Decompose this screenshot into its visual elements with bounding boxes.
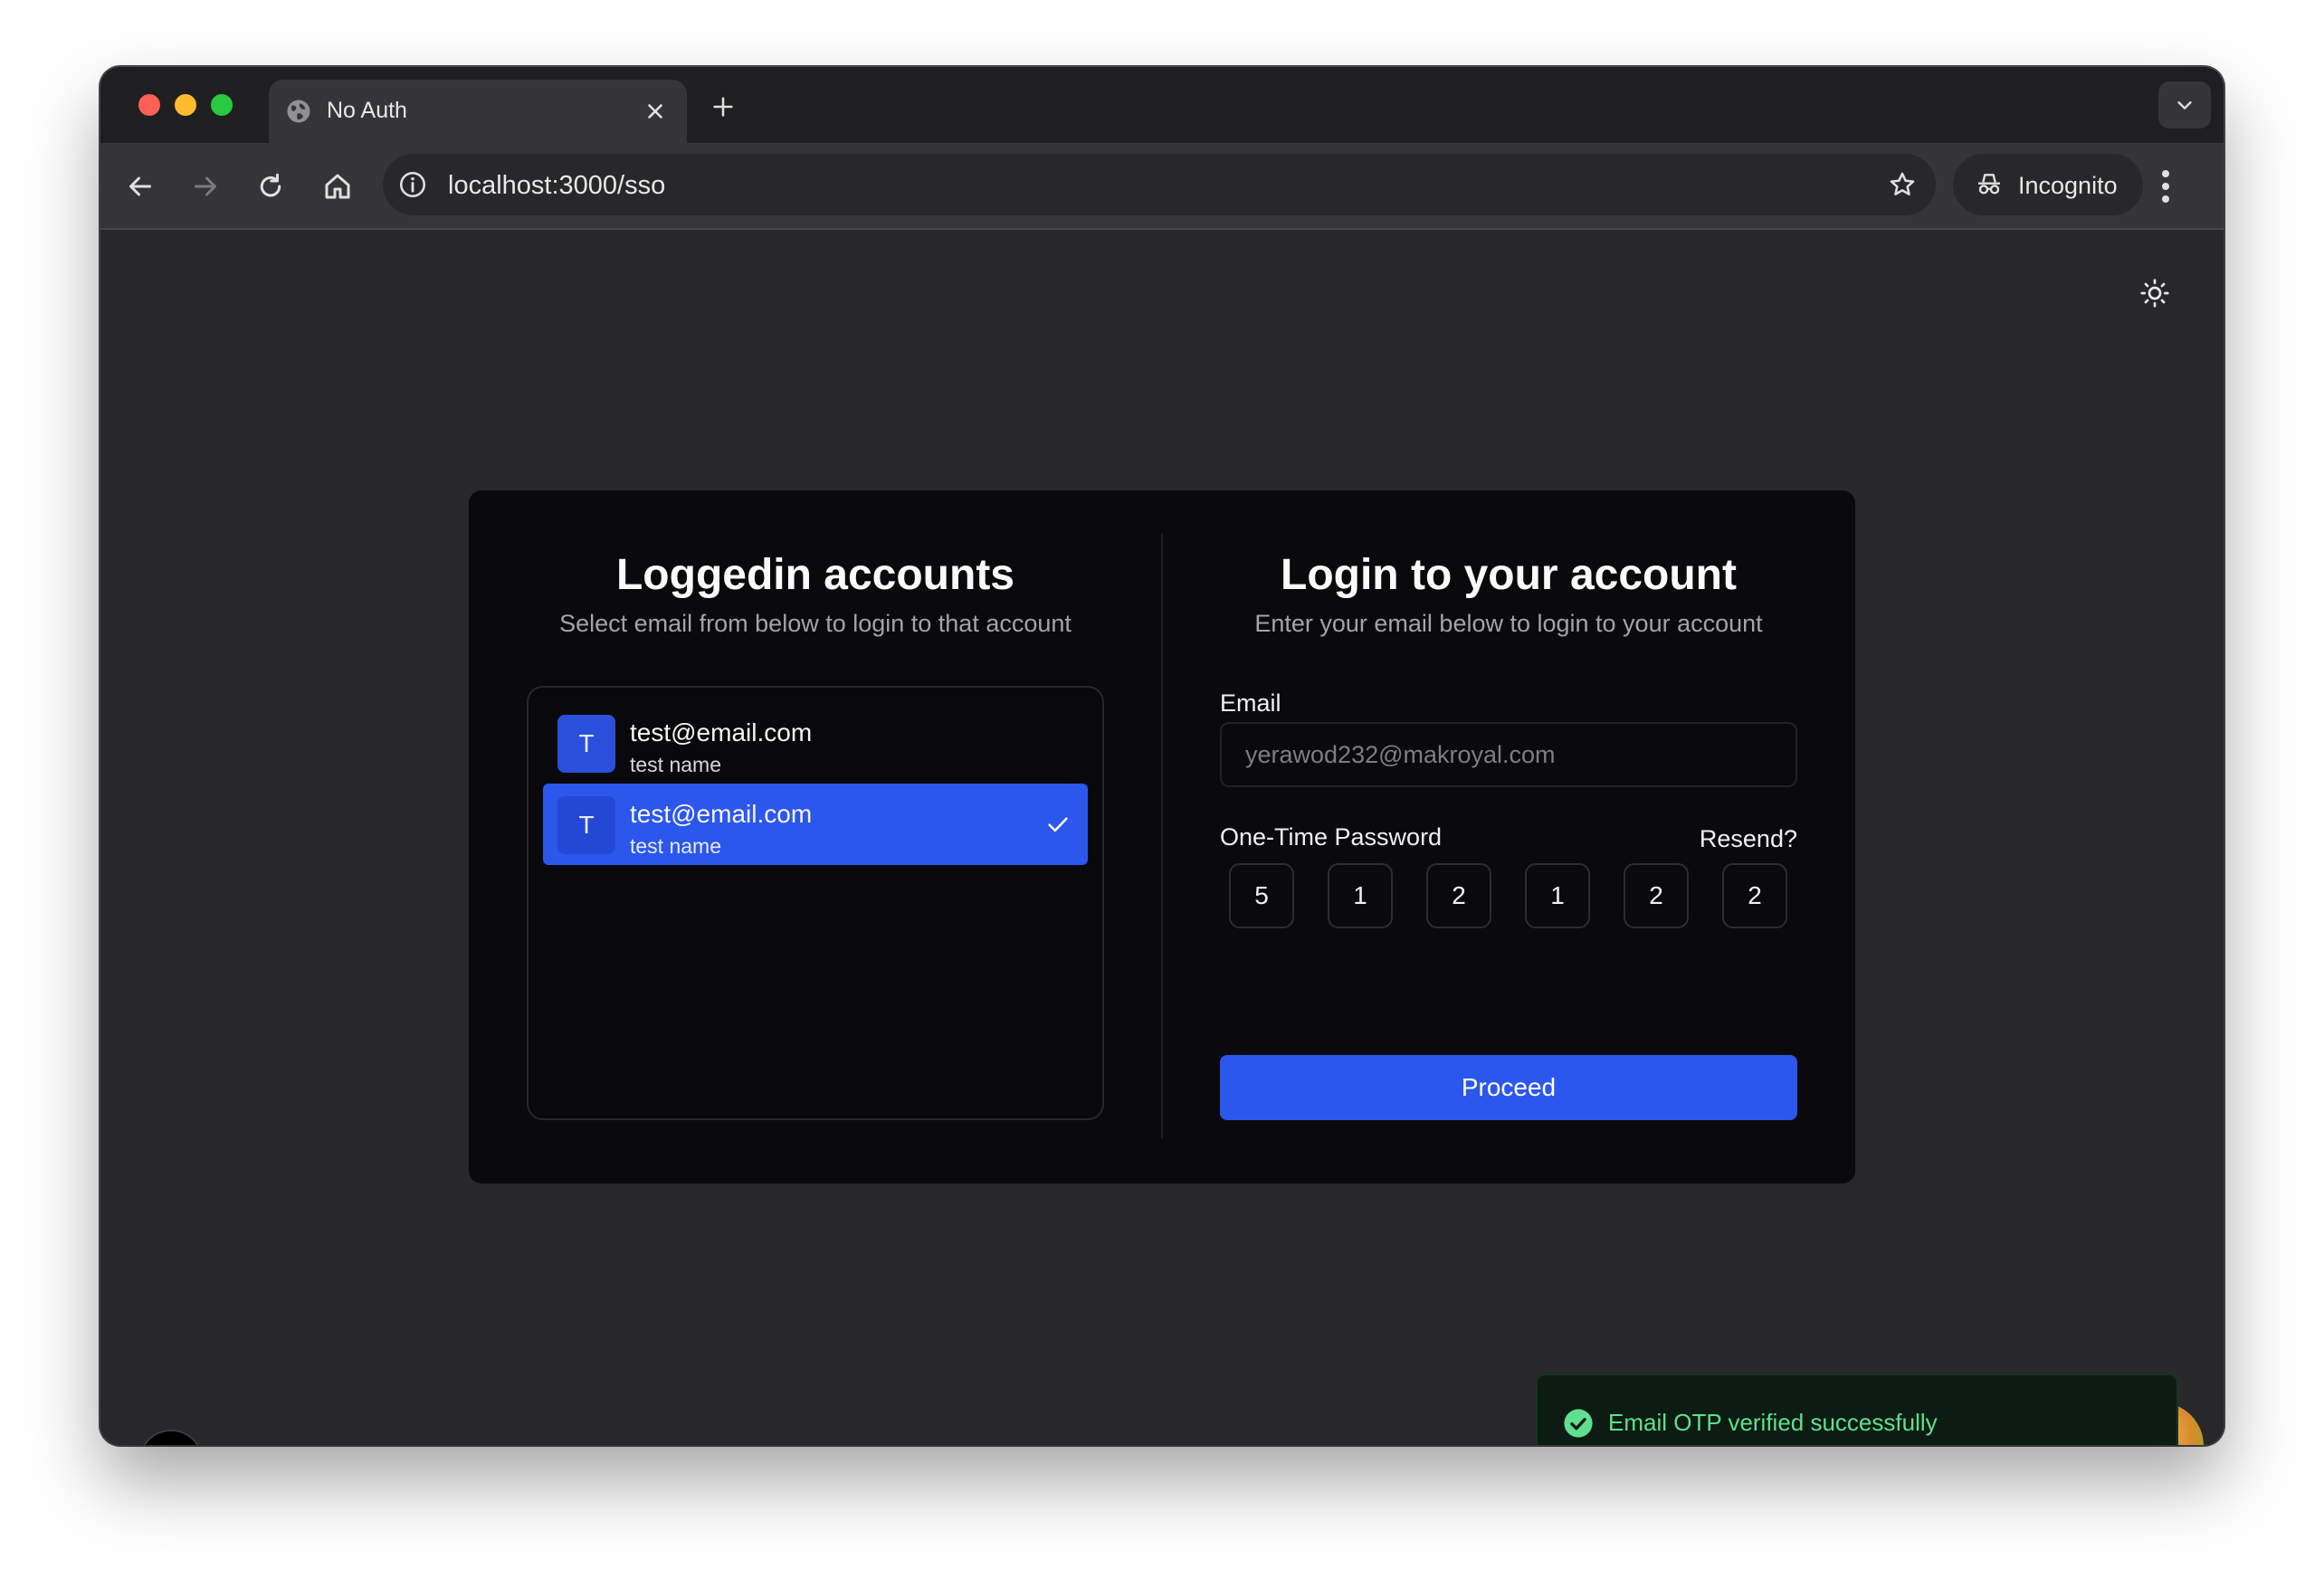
- accounts-title: Loggedin accounts: [615, 551, 1014, 599]
- accounts-list: T test@email.com test name T test@email.…: [527, 686, 1104, 1120]
- tab-search-button[interactable]: [2158, 81, 2211, 128]
- browser-toolbar: localhost:3000/sso Incognito: [100, 143, 2224, 230]
- incognito-button[interactable]: Incognito: [1953, 154, 2143, 215]
- check-icon: [1048, 817, 1068, 832]
- tab-title: No Auth: [327, 98, 407, 123]
- check-circle-icon: [1564, 1409, 1593, 1438]
- avatar: T: [557, 796, 615, 854]
- toast-message: Email OTP verified successfully: [1608, 1409, 1938, 1436]
- nextjs-dev-indicator[interactable]: [138, 1430, 204, 1445]
- email-field[interactable]: [1220, 722, 1797, 787]
- chevron-down-icon: [2177, 101, 2192, 109]
- maximize-window-button[interactable]: [211, 94, 233, 116]
- login-subtitle: Enter your email below to login to your …: [1254, 610, 1763, 637]
- home-icon[interactable]: [321, 170, 354, 203]
- account-item-selected[interactable]: T test@email.com test name: [543, 784, 1088, 865]
- account-name: test name: [630, 753, 721, 776]
- otp-digit-input[interactable]: [1624, 863, 1689, 928]
- success-toast: Email OTP verified successfully: [1536, 1374, 2178, 1445]
- globe-icon: [287, 100, 310, 123]
- forward-arrow-icon[interactable]: [189, 170, 222, 203]
- address-bar[interactable]: localhost:3000/sso: [383, 154, 1936, 215]
- more-options-icon[interactable]: [2158, 168, 2173, 204]
- incognito-icon: [1978, 174, 2000, 195]
- minimize-window-button[interactable]: [175, 94, 196, 116]
- otp-digit-input[interactable]: [1426, 863, 1491, 928]
- close-window-button[interactable]: [138, 94, 160, 116]
- incognito-label: Incognito: [2018, 172, 2118, 199]
- accounts-subtitle: Select email from below to login to that…: [559, 610, 1072, 637]
- otp-digit-input[interactable]: [1525, 863, 1590, 928]
- account-item[interactable]: T test@email.com test name: [543, 702, 1088, 784]
- otp-label: One-Time Password: [1220, 823, 1443, 851]
- reload-icon[interactable]: [254, 170, 287, 203]
- account-email: test@email.com: [630, 718, 813, 746]
- sso-card: Loggedin accounts Select email from belo…: [469, 490, 1855, 1184]
- site-info-icon[interactable]: [397, 169, 428, 200]
- tab-active[interactable]: No Auth: [269, 80, 687, 143]
- login-title: Login to your account: [1281, 551, 1737, 599]
- account-name: test name: [630, 834, 721, 858]
- back-arrow-icon[interactable]: [124, 170, 157, 203]
- account-email: test@email.com: [630, 800, 813, 828]
- page-content: Loggedin accounts Select email from belo…: [100, 230, 2224, 1445]
- tab-strip: No Auth: [100, 67, 2224, 143]
- close-tab-icon[interactable]: [643, 100, 667, 123]
- bookmark-star-icon[interactable]: [1887, 169, 1918, 200]
- otp-digit-input[interactable]: [1328, 863, 1393, 928]
- email-label: Email: [1220, 689, 1281, 717]
- otp-digit-input[interactable]: [1229, 863, 1294, 928]
- url-text[interactable]: localhost:3000/sso: [448, 171, 665, 201]
- new-tab-icon[interactable]: [710, 94, 736, 119]
- otp-digit-input[interactable]: [1722, 863, 1787, 928]
- proceed-button[interactable]: Proceed: [1220, 1055, 1797, 1120]
- browser-window: No Auth localhost:3000/sso Incognito Log…: [100, 67, 2224, 1445]
- theme-toggle-sun-icon[interactable]: [2138, 277, 2171, 309]
- avatar: T: [557, 715, 615, 773]
- resend-link[interactable]: Resend?: [1700, 825, 1797, 853]
